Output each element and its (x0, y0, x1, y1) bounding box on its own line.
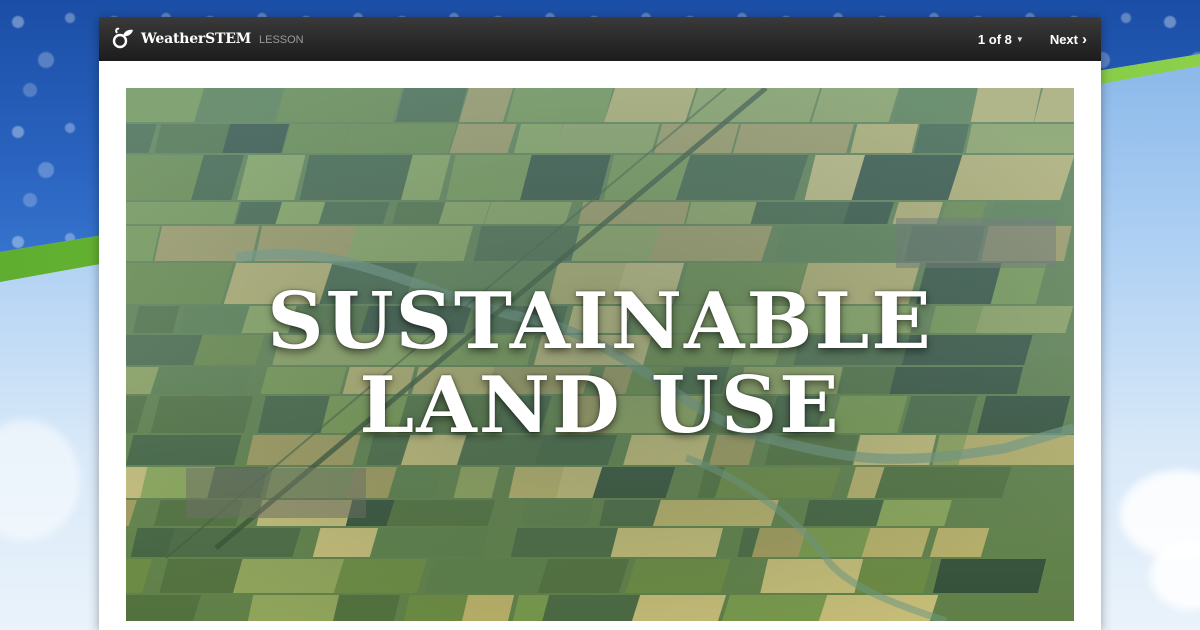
hero-title-line: LAND USE (359, 359, 841, 451)
hero-image: SUSTAINABLE LAND USE (126, 88, 1074, 621)
brand[interactable]: WeatherSTEM LESSON (111, 26, 304, 52)
lesson-topbar: WeatherSTEM LESSON 1 of 8 ▼ Next › (99, 17, 1101, 61)
next-button[interactable]: Next › (1050, 31, 1087, 48)
brand-name: WeatherSTEM (141, 31, 251, 47)
caret-down-icon: ▼ (1015, 34, 1024, 44)
lesson-window: WeatherSTEM LESSON 1 of 8 ▼ Next › SUSTA… (99, 17, 1101, 630)
hero-title-line: SUSTAINABLE (267, 275, 933, 367)
weatherstem-logo-icon (111, 27, 135, 51)
page-selector[interactable]: 1 of 8 ▼ (978, 32, 1024, 47)
hero-title: SUSTAINABLE LAND USE (126, 88, 1074, 621)
page-selector-label: 1 of 8 (977, 31, 1012, 47)
chevron-right-icon: › (1082, 30, 1087, 48)
next-button-label: Next (1049, 31, 1078, 47)
lesson-nav: 1 of 8 ▼ Next › (978, 17, 1087, 61)
brand-tag: LESSON (259, 34, 304, 46)
